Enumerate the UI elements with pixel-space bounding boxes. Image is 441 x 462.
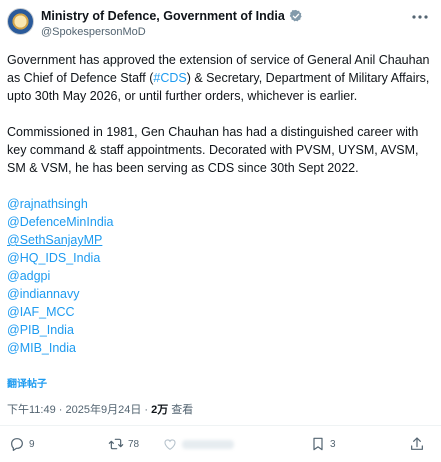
- tweet-time[interactable]: 下午11:49: [7, 404, 56, 416]
- verified-badge-icon: [289, 9, 302, 22]
- mention-iaf-mcc[interactable]: @IAF_MCC: [7, 303, 432, 321]
- like-icon: [164, 439, 176, 450]
- reply-count: 9: [29, 438, 35, 450]
- divider: [0, 425, 441, 426]
- mention-pib-india[interactable]: @PIB_India: [7, 321, 432, 339]
- like-count-blurred: [182, 439, 234, 449]
- tweet-card: Ministry of Defence, Government of India…: [0, 0, 441, 462]
- mention-adgpi[interactable]: @adgpi: [7, 267, 432, 285]
- reply-icon: [11, 438, 23, 451]
- translate-post-link[interactable]: 翻译帖子: [7, 375, 47, 390]
- mention-mib-india[interactable]: @MIB_India: [7, 339, 432, 357]
- display-name[interactable]: Ministry of Defence, Government of India: [41, 9, 285, 23]
- mention-defenceminindia[interactable]: @DefenceMinIndia: [7, 213, 432, 231]
- meta-separator-2: ·: [141, 404, 152, 416]
- mention-hq-ids-india[interactable]: @HQ_IDS_India: [7, 249, 432, 267]
- mention-rajnathsingh[interactable]: @rajnathsingh: [7, 195, 432, 213]
- author-name-row: Ministry of Defence, Government of India: [41, 9, 303, 23]
- repost-icon: [108, 438, 124, 450]
- views-label: 查看: [168, 404, 194, 416]
- tweet-paragraph-1: Government has approved the extension of…: [7, 51, 432, 105]
- mention-sethsanjaymp[interactable]: @SethSanjayMP: [7, 231, 432, 249]
- hashtag-cds[interactable]: #CDS: [153, 71, 186, 85]
- reply-button[interactable]: 9: [9, 436, 35, 452]
- views-count: 2万: [151, 404, 169, 416]
- bookmark-count: 3: [330, 438, 336, 450]
- tweet-date[interactable]: 2025年9月24日: [66, 404, 142, 416]
- action-bar: 9 78 3: [0, 436, 441, 456]
- tweet-text: Government has approved the extension of…: [7, 51, 432, 357]
- repost-count: 78: [128, 438, 140, 450]
- tweet-paragraph-2: Commissioned in 1981, Gen Chauhan has ha…: [7, 125, 419, 175]
- repost-button[interactable]: 78: [108, 436, 139, 452]
- share-icon: [411, 437, 423, 450]
- more-icon[interactable]: [411, 10, 429, 24]
- tweet-meta: 下午11:49 · 2025年9月24日 · 2万 查看: [7, 401, 193, 417]
- meta-separator: ·: [55, 404, 66, 416]
- like-button[interactable]: [162, 436, 234, 452]
- bookmark-icon: [313, 437, 323, 451]
- share-button[interactable]: [409, 436, 425, 452]
- mention-indiannavy[interactable]: @indiannavy: [7, 285, 432, 303]
- avatar[interactable]: [7, 8, 34, 35]
- bookmark-button[interactable]: 3: [310, 436, 336, 452]
- mention-list: @rajnathsingh @DefenceMinIndia @SethSanj…: [7, 195, 432, 357]
- author-handle[interactable]: @SpokespersonMoD: [41, 26, 146, 38]
